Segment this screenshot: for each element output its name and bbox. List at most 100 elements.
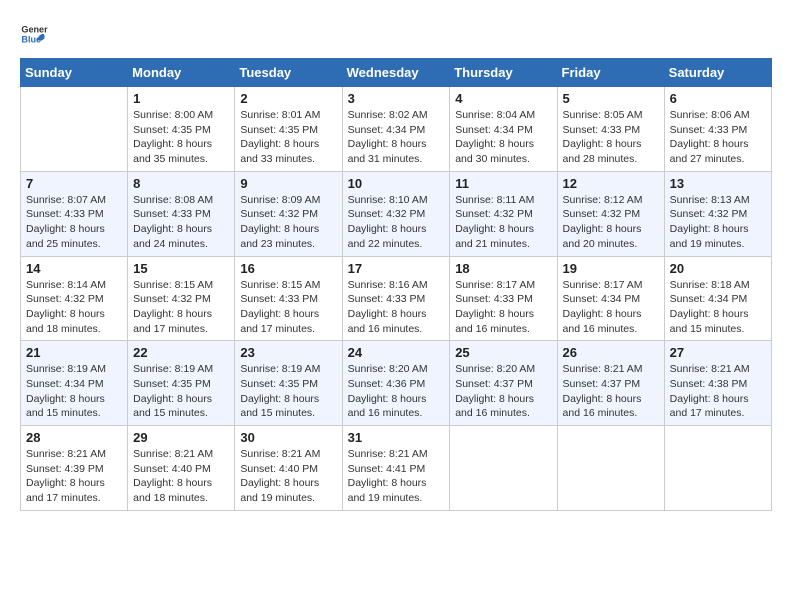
day-number: 26: [563, 345, 659, 360]
weekday-header-wednesday: Wednesday: [342, 59, 450, 87]
day-info: Sunrise: 8:05 AM Sunset: 4:33 PM Dayligh…: [563, 108, 659, 167]
calendar-cell: 4 Sunrise: 8:04 AM Sunset: 4:34 PM Daylig…: [450, 87, 557, 172]
day-number: 9: [240, 176, 336, 191]
weekday-header-row: SundayMondayTuesdayWednesdayThursdayFrid…: [21, 59, 772, 87]
calendar-cell: 6 Sunrise: 8:06 AM Sunset: 4:33 PM Daylig…: [664, 87, 771, 172]
day-number: 21: [26, 345, 122, 360]
calendar-cell: 19 Sunrise: 8:17 AM Sunset: 4:34 PM Dayli…: [557, 256, 664, 341]
calendar-week-4: 21Sunrise: 8:19 AM Sunset: 4:34 PM Dayli…: [21, 341, 772, 426]
day-info: Sunrise: 8:04 AM Sunset: 4:34 PM Dayligh…: [455, 108, 551, 167]
day-info: Sunrise: 8:17 AM Sunset: 4:34 PM Dayligh…: [563, 278, 659, 337]
weekday-header-monday: Monday: [128, 59, 235, 87]
day-info: Sunrise: 8:08 AM Sunset: 4:33 PM Dayligh…: [133, 193, 229, 252]
calendar-cell: 14 Sunrise: 8:14 AM Sunset: 4:32 PM Dayli…: [21, 256, 128, 341]
svg-text:General: General: [21, 25, 48, 35]
calendar-cell: 5 Sunrise: 8:05 AM Sunset: 4:33 PM Daylig…: [557, 87, 664, 172]
day-number: 4: [455, 91, 551, 106]
calendar-cell: [21, 87, 128, 172]
day-number: 6: [670, 91, 766, 106]
logo-icon: General Blue: [20, 20, 48, 48]
day-info: Sunrise: 8:21 AM Sunset: 4:40 PM Dayligh…: [133, 447, 229, 506]
calendar-cell: 17 Sunrise: 8:16 AM Sunset: 4:33 PM Dayli…: [342, 256, 450, 341]
calendar-week-2: 7Sunrise: 8:07 AM Sunset: 4:33 PM Daylig…: [21, 171, 772, 256]
day-number: 10: [348, 176, 445, 191]
calendar-week-1: 1 Sunrise: 8:00 AM Sunset: 4:35 PM Daylig…: [21, 87, 772, 172]
day-number: 19: [563, 261, 659, 276]
day-info: Sunrise: 8:14 AM Sunset: 4:32 PM Dayligh…: [26, 278, 122, 337]
calendar-cell: 27Sunrise: 8:21 AM Sunset: 4:38 PM Dayli…: [664, 341, 771, 426]
day-info: Sunrise: 8:18 AM Sunset: 4:34 PM Dayligh…: [670, 278, 766, 337]
day-info: Sunrise: 8:15 AM Sunset: 4:33 PM Dayligh…: [240, 278, 336, 337]
day-number: 13: [670, 176, 766, 191]
day-number: 5: [563, 91, 659, 106]
calendar-cell: [557, 426, 664, 511]
day-number: 1: [133, 91, 229, 106]
calendar-cell: 16 Sunrise: 8:15 AM Sunset: 4:33 PM Dayli…: [235, 256, 342, 341]
day-number: 30: [240, 430, 336, 445]
day-number: 17: [348, 261, 445, 276]
day-number: 15: [133, 261, 229, 276]
day-number: 3: [348, 91, 445, 106]
day-info: Sunrise: 8:21 AM Sunset: 4:39 PM Dayligh…: [26, 447, 122, 506]
calendar-table: SundayMondayTuesdayWednesdayThursdayFrid…: [20, 58, 772, 511]
calendar-week-3: 14 Sunrise: 8:14 AM Sunset: 4:32 PM Dayli…: [21, 256, 772, 341]
calendar-cell: 30 Sunrise: 8:21 AM Sunset: 4:40 PM Dayli…: [235, 426, 342, 511]
day-number: 22: [133, 345, 229, 360]
calendar-cell: [450, 426, 557, 511]
day-number: 23: [240, 345, 336, 360]
day-number: 25: [455, 345, 551, 360]
calendar-cell: 26 Sunrise: 8:21 AM Sunset: 4:37 PM Dayli…: [557, 341, 664, 426]
day-info: Sunrise: 8:19 AM Sunset: 4:35 PM Dayligh…: [240, 362, 336, 421]
day-number: 2: [240, 91, 336, 106]
calendar-cell: 20 Sunrise: 8:18 AM Sunset: 4:34 PM Dayli…: [664, 256, 771, 341]
day-number: 14: [26, 261, 122, 276]
day-info: Sunrise: 8:12 AM Sunset: 4:32 PM Dayligh…: [563, 193, 659, 252]
day-number: 28: [26, 430, 122, 445]
day-number: 11: [455, 176, 551, 191]
day-number: 7: [26, 176, 122, 191]
page-header: General Blue: [20, 20, 772, 48]
day-number: 27: [670, 345, 766, 360]
day-number: 16: [240, 261, 336, 276]
calendar-cell: 15 Sunrise: 8:15 AM Sunset: 4:32 PM Dayli…: [128, 256, 235, 341]
day-number: 31: [348, 430, 445, 445]
day-info: Sunrise: 8:20 AM Sunset: 4:36 PM Dayligh…: [348, 362, 445, 421]
day-info: Sunrise: 8:09 AM Sunset: 4:32 PM Dayligh…: [240, 193, 336, 252]
day-info: Sunrise: 8:02 AM Sunset: 4:34 PM Dayligh…: [348, 108, 445, 167]
day-info: Sunrise: 8:17 AM Sunset: 4:33 PM Dayligh…: [455, 278, 551, 337]
calendar-cell: 3 Sunrise: 8:02 AM Sunset: 4:34 PM Daylig…: [342, 87, 450, 172]
day-info: Sunrise: 8:20 AM Sunset: 4:37 PM Dayligh…: [455, 362, 551, 421]
weekday-header-sunday: Sunday: [21, 59, 128, 87]
day-number: 8: [133, 176, 229, 191]
day-info: Sunrise: 8:16 AM Sunset: 4:33 PM Dayligh…: [348, 278, 445, 337]
calendar-cell: 28 Sunrise: 8:21 AM Sunset: 4:39 PM Dayli…: [21, 426, 128, 511]
calendar-cell: 12 Sunrise: 8:12 AM Sunset: 4:32 PM Dayli…: [557, 171, 664, 256]
day-number: 20: [670, 261, 766, 276]
calendar-cell: 9 Sunrise: 8:09 AM Sunset: 4:32 PM Daylig…: [235, 171, 342, 256]
calendar-cell: 11 Sunrise: 8:11 AM Sunset: 4:32 PM Dayli…: [450, 171, 557, 256]
day-info: Sunrise: 8:15 AM Sunset: 4:32 PM Dayligh…: [133, 278, 229, 337]
calendar-cell: 2Sunrise: 8:01 AM Sunset: 4:35 PM Daylig…: [235, 87, 342, 172]
calendar-cell: 31 Sunrise: 8:21 AM Sunset: 4:41 PM Dayli…: [342, 426, 450, 511]
calendar-cell: 23 Sunrise: 8:19 AM Sunset: 4:35 PM Dayli…: [235, 341, 342, 426]
calendar-cell: 21Sunrise: 8:19 AM Sunset: 4:34 PM Dayli…: [21, 341, 128, 426]
calendar-cell: 10 Sunrise: 8:10 AM Sunset: 4:32 PM Dayli…: [342, 171, 450, 256]
day-number: 12: [563, 176, 659, 191]
day-info: Sunrise: 8:21 AM Sunset: 4:37 PM Dayligh…: [563, 362, 659, 421]
day-info: Sunrise: 8:21 AM Sunset: 4:40 PM Dayligh…: [240, 447, 336, 506]
day-info: Sunrise: 8:00 AM Sunset: 4:35 PM Dayligh…: [133, 108, 229, 167]
calendar-cell: 18 Sunrise: 8:17 AM Sunset: 4:33 PM Dayli…: [450, 256, 557, 341]
calendar-cell: 8 Sunrise: 8:08 AM Sunset: 4:33 PM Daylig…: [128, 171, 235, 256]
weekday-header-tuesday: Tuesday: [235, 59, 342, 87]
calendar-week-5: 28 Sunrise: 8:21 AM Sunset: 4:39 PM Dayli…: [21, 426, 772, 511]
calendar-cell: 7Sunrise: 8:07 AM Sunset: 4:33 PM Daylig…: [21, 171, 128, 256]
day-info: Sunrise: 8:21 AM Sunset: 4:41 PM Dayligh…: [348, 447, 445, 506]
day-info: Sunrise: 8:11 AM Sunset: 4:32 PM Dayligh…: [455, 193, 551, 252]
calendar-cell: 13Sunrise: 8:13 AM Sunset: 4:32 PM Dayli…: [664, 171, 771, 256]
day-info: Sunrise: 8:10 AM Sunset: 4:32 PM Dayligh…: [348, 193, 445, 252]
day-info: Sunrise: 8:19 AM Sunset: 4:35 PM Dayligh…: [133, 362, 229, 421]
calendar-cell: 29Sunrise: 8:21 AM Sunset: 4:40 PM Dayli…: [128, 426, 235, 511]
day-info: Sunrise: 8:06 AM Sunset: 4:33 PM Dayligh…: [670, 108, 766, 167]
day-number: 24: [348, 345, 445, 360]
day-number: 18: [455, 261, 551, 276]
